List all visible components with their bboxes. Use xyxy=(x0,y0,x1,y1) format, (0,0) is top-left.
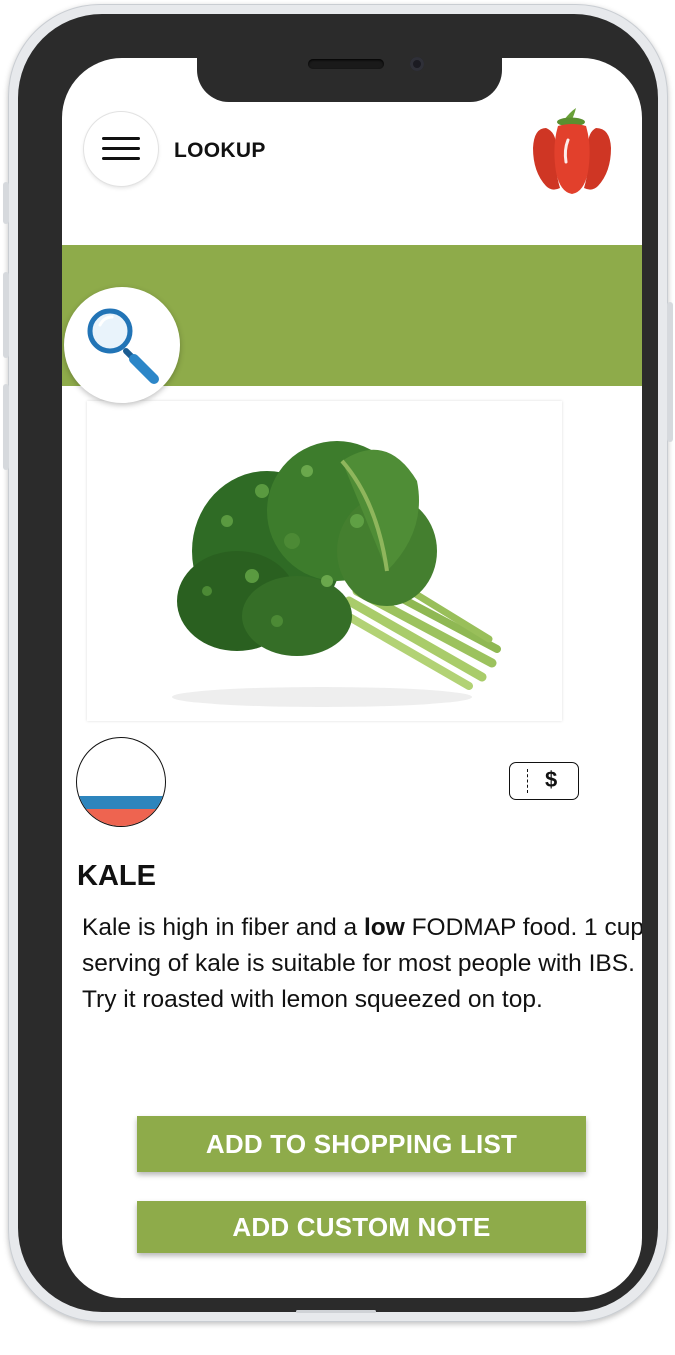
page-title: LOOKUP xyxy=(174,139,266,162)
notch xyxy=(197,57,502,102)
speaker xyxy=(308,59,384,69)
side-button xyxy=(3,182,9,224)
price-symbol: $ xyxy=(545,767,558,792)
red-pepper-logo xyxy=(533,108,611,194)
hamburger-menu-icon[interactable] xyxy=(84,112,158,186)
magnifying-glass-icon[interactable] xyxy=(64,287,180,403)
price-tag-dashed-line xyxy=(527,769,528,793)
gauge-red-band xyxy=(77,809,165,826)
front-camera xyxy=(410,57,424,71)
food-name: KALE xyxy=(77,860,156,892)
fodmap-level-gauge xyxy=(76,737,166,827)
food-image-card xyxy=(87,401,562,721)
add-to-shopping-list-button[interactable]: ADD TO SHOPPING LIST xyxy=(137,1116,586,1172)
add-custom-note-button[interactable]: ADD CUSTOM NOTE xyxy=(137,1201,586,1253)
power-button xyxy=(667,302,673,442)
search-icon xyxy=(87,308,159,384)
price-tag-icon: $ xyxy=(509,762,579,800)
volume-down-button xyxy=(3,384,9,470)
home-indicator xyxy=(296,1310,376,1313)
phone-bezel: LOOKUP $ KALE Kale is high in fiber and … xyxy=(18,14,658,1312)
gauge-blue-band xyxy=(77,796,165,809)
app-screen: LOOKUP $ KALE Kale is high in fiber and … xyxy=(62,58,642,1298)
kale-bunch-photo xyxy=(172,441,501,707)
volume-up-button xyxy=(3,272,9,358)
description-text-1: Kale is high in fiber and a xyxy=(82,914,364,941)
phone-frame: LOOKUP $ KALE Kale is high in fiber and … xyxy=(3,4,673,1322)
food-description: Kale is high in fiber and a low FODMAP f… xyxy=(82,910,642,1018)
description-emphasis: low xyxy=(363,914,405,941)
